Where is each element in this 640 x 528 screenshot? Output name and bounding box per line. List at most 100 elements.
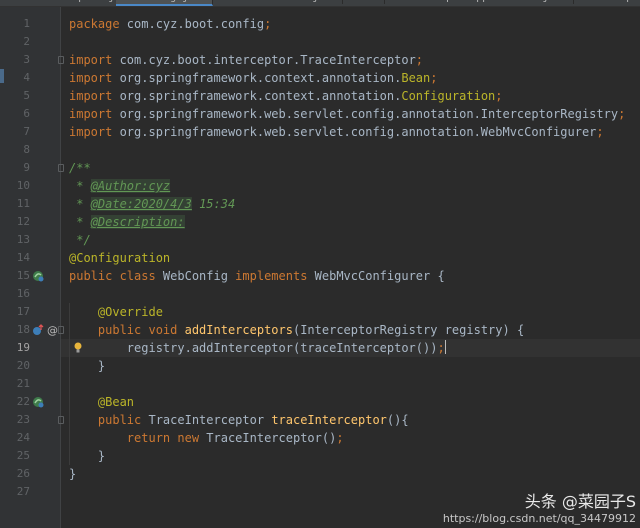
code-token: TraceInterceptor: [148, 413, 272, 427]
code-line-text: */: [69, 231, 91, 249]
code-line[interactable]: public TraceInterceptor traceInterceptor…: [61, 411, 640, 429]
code-line[interactable]: public void addInterceptors(InterceptorR…: [61, 321, 640, 339]
code-token: @Override: [97, 305, 163, 319]
code-line[interactable]: import org.springframework.context.annot…: [61, 69, 640, 87]
code-editor[interactable]: package com.cyz.boot.config; import com.c…: [58, 7, 640, 528]
code-token: import: [69, 89, 120, 103]
line-number: 13: [16, 233, 30, 246]
code-line-text: import org.springframework.web.servlet.c…: [69, 123, 604, 141]
line-number: 5: [23, 89, 30, 102]
override-method-icon[interactable]: [32, 324, 44, 336]
code-line[interactable]: public class WebConfig implements WebMvc…: [61, 267, 640, 285]
code-token: org.springframework.context.annotation.: [119, 71, 402, 85]
code-line[interactable]: [61, 33, 640, 51]
code-token: ;: [437, 341, 445, 355]
code-line[interactable]: import org.springframework.web.servlet.c…: [61, 123, 640, 141]
code-line[interactable]: }: [61, 447, 640, 465]
code-token: ;: [264, 17, 272, 31]
code-token: *: [69, 215, 91, 229]
spring-bean-icon[interactable]: [32, 396, 44, 408]
code-line[interactable]: * @Author:cyz: [61, 177, 640, 195]
line-number: 10: [16, 179, 30, 192]
fold-marker-icon[interactable]: [58, 164, 64, 172]
fold-marker-icon[interactable]: [58, 416, 64, 424]
line-number: 27: [16, 485, 30, 498]
code-line-text: public class WebConfig implements WebMvc…: [69, 267, 445, 285]
code-line[interactable]: registry.addInterceptor(traceInterceptor…: [61, 339, 640, 357]
code-line[interactable]: }: [61, 357, 640, 375]
line-number: 22: [16, 395, 30, 408]
code-token: ;: [596, 125, 604, 139]
code-token: 15:34: [191, 197, 236, 211]
line-number: 6: [23, 107, 30, 120]
code-line[interactable]: [61, 141, 640, 159]
watermark-main: 头条 @菜园子S: [524, 492, 636, 511]
code-line[interactable]: [61, 375, 640, 393]
code-line[interactable]: * @Description:: [61, 213, 640, 231]
code-token: public void: [97, 323, 185, 337]
line-number: 19: [16, 341, 30, 354]
code-line[interactable]: @Bean: [61, 393, 640, 411]
code-line[interactable]: import com.cyz.boot.interceptor.TraceInt…: [61, 51, 640, 69]
code-line-text: * @Date:2020/4/3 15:34: [69, 195, 235, 213]
code-line[interactable]: @Configuration: [61, 249, 640, 267]
line-number: 11: [16, 197, 30, 210]
spring-bean-icon[interactable]: [32, 270, 44, 282]
line-number: 24: [16, 431, 30, 444]
code-token: package: [69, 17, 127, 31]
indent-guide: [69, 303, 70, 465]
code-line[interactable]: import org.springframework.web.servlet.c…: [61, 105, 640, 123]
code-line-text: import org.springframework.context.annot…: [69, 69, 437, 87]
code-line[interactable]: package com.cyz.boot.config;: [61, 15, 640, 33]
code-token: ;: [618, 107, 626, 121]
code-line-text: public TraceInterceptor traceInterceptor…: [69, 411, 409, 429]
code-line[interactable]: [61, 285, 640, 303]
code-line-text: public void addInterceptors(InterceptorR…: [69, 321, 524, 339]
code-line-text: }: [69, 447, 105, 465]
code-token: com.cyz.boot.interceptor.TraceIntercepto…: [119, 53, 416, 67]
code-line-text: import com.cyz.boot.interceptor.TraceInt…: [69, 51, 423, 69]
code-token: }: [69, 467, 77, 481]
code-line-text: /**: [69, 159, 91, 177]
line-number: 12: [16, 215, 30, 228]
code-line-text: @Configuration: [69, 249, 170, 267]
tab-1[interactable]: WebConfig.java: [116, 0, 214, 6]
watermark: 头条 @菜园子S https://blog.csdn.net/qq_344799…: [443, 492, 636, 526]
line-number: 23: [16, 413, 30, 426]
code-line[interactable]: return new TraceInterceptor();: [61, 429, 640, 447]
line-number: 3: [23, 53, 30, 66]
intention-bulb-icon[interactable]: [74, 342, 82, 354]
fold-marker-icon[interactable]: [58, 56, 64, 64]
code-line[interactable]: /**: [61, 159, 640, 177]
code-token: org.springframework.web.servlet.config.a…: [119, 125, 597, 139]
code-line-text: * @Description:: [69, 213, 185, 231]
line-number: 16: [16, 287, 30, 300]
code-token: ;: [415, 53, 424, 67]
code-line[interactable]: */: [61, 231, 640, 249]
code-token: public: [97, 413, 149, 427]
code-line[interactable]: @Override: [61, 303, 640, 321]
tab-5[interactable]: TraceInterceptor: [548, 0, 640, 4]
code-line-text: import org.springframework.web.servlet.c…: [69, 105, 625, 123]
line-number: 4: [23, 71, 30, 84]
code-token: org.springframework.web.servlet.config.a…: [119, 107, 619, 121]
code-line[interactable]: }: [61, 465, 640, 483]
code-line-text: }: [69, 357, 105, 375]
code-token: */: [69, 233, 91, 247]
at-annotation-icon[interactable]: @: [46, 324, 58, 336]
svg-text:@: @: [47, 324, 58, 336]
fold-marker-icon[interactable]: [58, 326, 64, 334]
code-line[interactable]: import org.springframework.context.annot…: [61, 87, 640, 105]
code-line-text: registry.addInterceptor(traceInterceptor…: [69, 339, 446, 357]
editor-tab-bar: TraceInterceptor.javaWebConfig.javaHello…: [0, 0, 640, 7]
code-token: @Author:cyz: [90, 179, 171, 193]
code-token: import: [69, 53, 120, 67]
line-number: 7: [23, 125, 30, 138]
code-token: *: [69, 179, 91, 193]
code-token: }: [69, 449, 106, 463]
code-line[interactable]: * @Date:2020/4/3 15:34: [61, 195, 640, 213]
tab-3[interactable]: README.md: [318, 0, 386, 4]
line-number: 17: [16, 305, 30, 318]
